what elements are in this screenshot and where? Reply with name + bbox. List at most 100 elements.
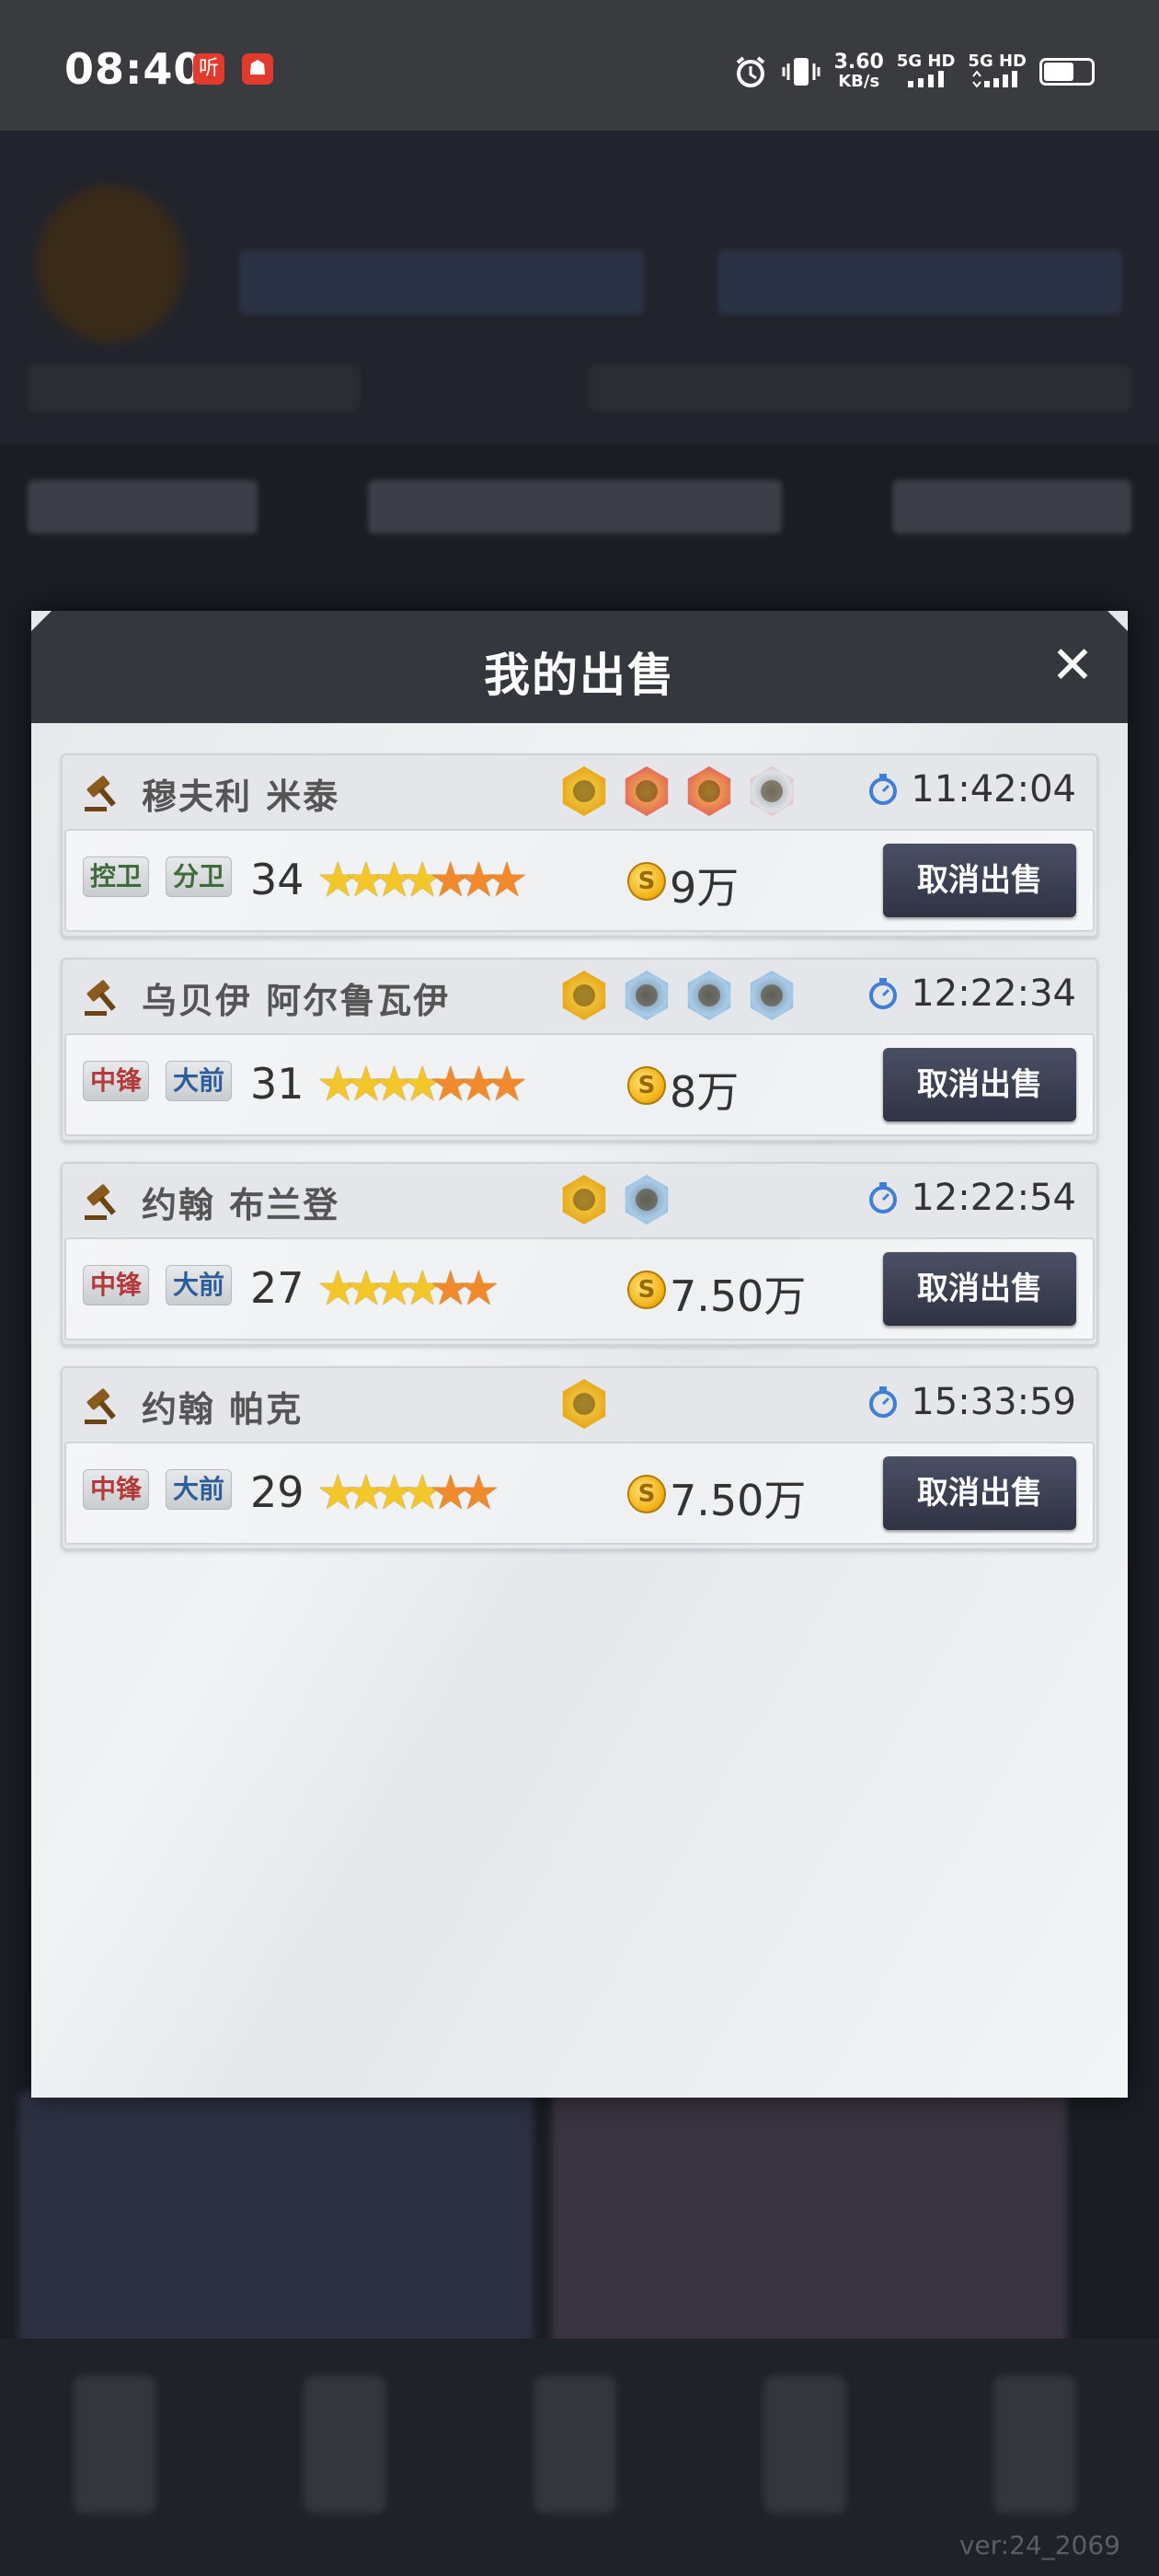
star-icon: ★ (485, 1057, 528, 1112)
sale-listing: 乌贝伊 阿尔鲁瓦伊 12:22:34 中锋 大前 31 ★ ★ ★ ★ ★ ★ ★ S 8万 取消出售 (61, 958, 1098, 1142)
listing-details: 中锋 大前 27 ★ ★ ★ ★ ★ ★ S 7.50万 取消出售 (64, 1237, 1095, 1340)
listing-timer: 12:22:34 (866, 972, 1076, 1015)
star-icon: ★ (344, 1261, 387, 1317)
listing-header: 约翰 布兰登 12:22:54 (63, 1164, 1096, 1236)
player-name: 约翰 布兰登 (142, 1185, 340, 1225)
star-icon: ★ (457, 853, 499, 908)
skill-badge-icon (687, 971, 731, 1020)
sale-listing: 穆夫利 米泰 11:42:04 控卫 分卫 34 ★ ★ ★ ★ ★ ★ ★ S 9万 取消出售 (61, 753, 1098, 937)
star-icon: ★ (400, 1466, 443, 1521)
remaining-time: 12:22:54 (911, 1177, 1076, 1219)
skill-badge-icon (625, 1175, 669, 1225)
star-icon: ★ (400, 1261, 443, 1317)
position-tag: 大前 (166, 1469, 233, 1510)
listing-header: 穆夫利 米泰 11:42:04 (63, 755, 1096, 827)
star-icon: ★ (373, 1466, 415, 1521)
sim2-signal: 5G HD (968, 52, 1027, 92)
alarm-icon (736, 56, 764, 87)
vibrate-icon (782, 58, 820, 86)
skill-badge-icon (750, 971, 794, 1020)
listing-header: 约翰 帕克 15:33:59 (63, 1368, 1096, 1440)
notification-app-icon: ☗ (242, 53, 273, 85)
skill-badge-icon (562, 766, 606, 816)
background-header (0, 131, 1159, 443)
listing-timer: 12:22:54 (866, 1177, 1076, 1219)
close-button[interactable]: ✕ (1045, 638, 1100, 694)
player-name: 约翰 帕克 (142, 1389, 304, 1430)
skill-badge-icon (562, 1379, 606, 1429)
listing-details: 中锋 大前 29 ★ ★ ★ ★ ★ ★ S 7.50万 取消出售 (64, 1442, 1095, 1545)
net-speed-value: 3.60 (833, 51, 884, 74)
coin-icon: S (627, 1066, 666, 1105)
dialog-header: 我的出售 ✕ (31, 611, 1128, 723)
position-tag: 控卫 (83, 857, 150, 897)
player-name: 乌贝伊 阿尔鲁瓦伊 (142, 981, 451, 1021)
stopwatch-icon (866, 1386, 900, 1419)
stopwatch-icon (866, 773, 900, 806)
auction-hammer-icon (83, 772, 123, 812)
sale-price: 7.50万 (670, 1476, 807, 1525)
player-name: 穆夫利 米泰 (142, 776, 340, 817)
cancel-sale-button[interactable]: 取消出售 (883, 1456, 1076, 1530)
gold-balance-blurred (239, 250, 644, 315)
star-icon: ★ (344, 1057, 387, 1112)
dialog-title: 我的出售 (484, 649, 675, 702)
player-rating: 31 (250, 1059, 304, 1109)
skill-badges (559, 971, 797, 1020)
star-icon: ★ (429, 1057, 472, 1112)
remaining-time: 12:22:34 (911, 972, 1076, 1015)
position-tag: 中锋 (83, 1469, 150, 1510)
coin-icon: S (627, 862, 666, 901)
skill-badge-icon (625, 971, 669, 1020)
sale-price: 9万 (670, 863, 740, 913)
remaining-time: 11:42:04 (911, 768, 1076, 811)
status-time: 08:40 (64, 44, 204, 94)
listing-timer: 11:42:04 (866, 768, 1076, 811)
star-icon: ★ (400, 853, 443, 908)
net-speed-unit: KB/s (838, 72, 880, 91)
star-icon: ★ (344, 853, 387, 908)
star-rating: ★ ★ ★ ★ ★ ★ ★ (316, 1057, 528, 1112)
net-speed: 3.60 KB/s (833, 51, 884, 92)
listing-timer: 15:33:59 (866, 1381, 1076, 1423)
team-logo (37, 186, 184, 342)
position-tag: 大前 (166, 1061, 233, 1101)
auction-hammer-icon (83, 1180, 123, 1221)
team-info-blurred (28, 365, 359, 411)
signal-icon (972, 69, 1018, 88)
position-tag: 大前 (166, 1265, 233, 1305)
sale-listing: 约翰 布兰登 12:22:54 中锋 大前 27 ★ ★ ★ ★ ★ ★ S 7.50万 取消出售 (61, 1162, 1098, 1346)
my-sales-dialog: 我的出售 ✕ 穆夫利 米泰 11:42:04 控卫 分卫 34 ★ ★ ★ ★ ★ ★ ★ S 9万 取消出… (31, 611, 1128, 2098)
status-right: 3.60 KB/s 5G HD 5G HD (733, 46, 1095, 98)
skill-badges (559, 1379, 609, 1429)
star-rating: ★ ★ ★ ★ ★ ★ (316, 1466, 500, 1521)
player-rating: 27 (250, 1263, 304, 1313)
star-icon: ★ (429, 1261, 472, 1317)
skill-badge-icon (625, 766, 669, 816)
position-tag: 分卫 (166, 857, 233, 897)
sim2-label: 5G HD (968, 51, 1027, 71)
listen-app-icon: 听 (193, 53, 224, 85)
star-icon: ★ (316, 1466, 359, 1521)
star-icon: ★ (457, 1261, 499, 1317)
star-icon: ★ (344, 1466, 387, 1521)
star-rating: ★ ★ ★ ★ ★ ★ ★ (316, 853, 528, 908)
skill-badge-icon (687, 766, 731, 816)
stopwatch-icon (866, 977, 900, 1010)
sim1-label: 5G HD (896, 51, 956, 71)
star-icon: ★ (373, 853, 415, 908)
sim1-signal: 5G HD (896, 51, 956, 92)
listing-details: 中锋 大前 31 ★ ★ ★ ★ ★ ★ ★ S 8万 取消出售 (64, 1033, 1095, 1136)
auction-hammer-icon (83, 1385, 123, 1425)
star-icon: ★ (485, 853, 528, 908)
cancel-sale-button[interactable]: 取消出售 (883, 1048, 1076, 1121)
cancel-sale-button[interactable]: 取消出售 (883, 1252, 1076, 1326)
coin-icon: S (627, 1271, 666, 1309)
skill-badge-icon (562, 1175, 606, 1225)
star-icon: ★ (316, 853, 359, 908)
star-icon: ★ (316, 1261, 359, 1317)
sales-list: 穆夫利 米泰 11:42:04 控卫 分卫 34 ★ ★ ★ ★ ★ ★ ★ S 9万 取消出售 乌贝伊 阿尔… (61, 753, 1098, 1570)
listing-details: 控卫 分卫 34 ★ ★ ★ ★ ★ ★ ★ S 9万 取消出售 (64, 829, 1095, 932)
position-tag: 中锋 (83, 1061, 150, 1101)
cancel-sale-button[interactable]: 取消出售 (883, 844, 1076, 917)
